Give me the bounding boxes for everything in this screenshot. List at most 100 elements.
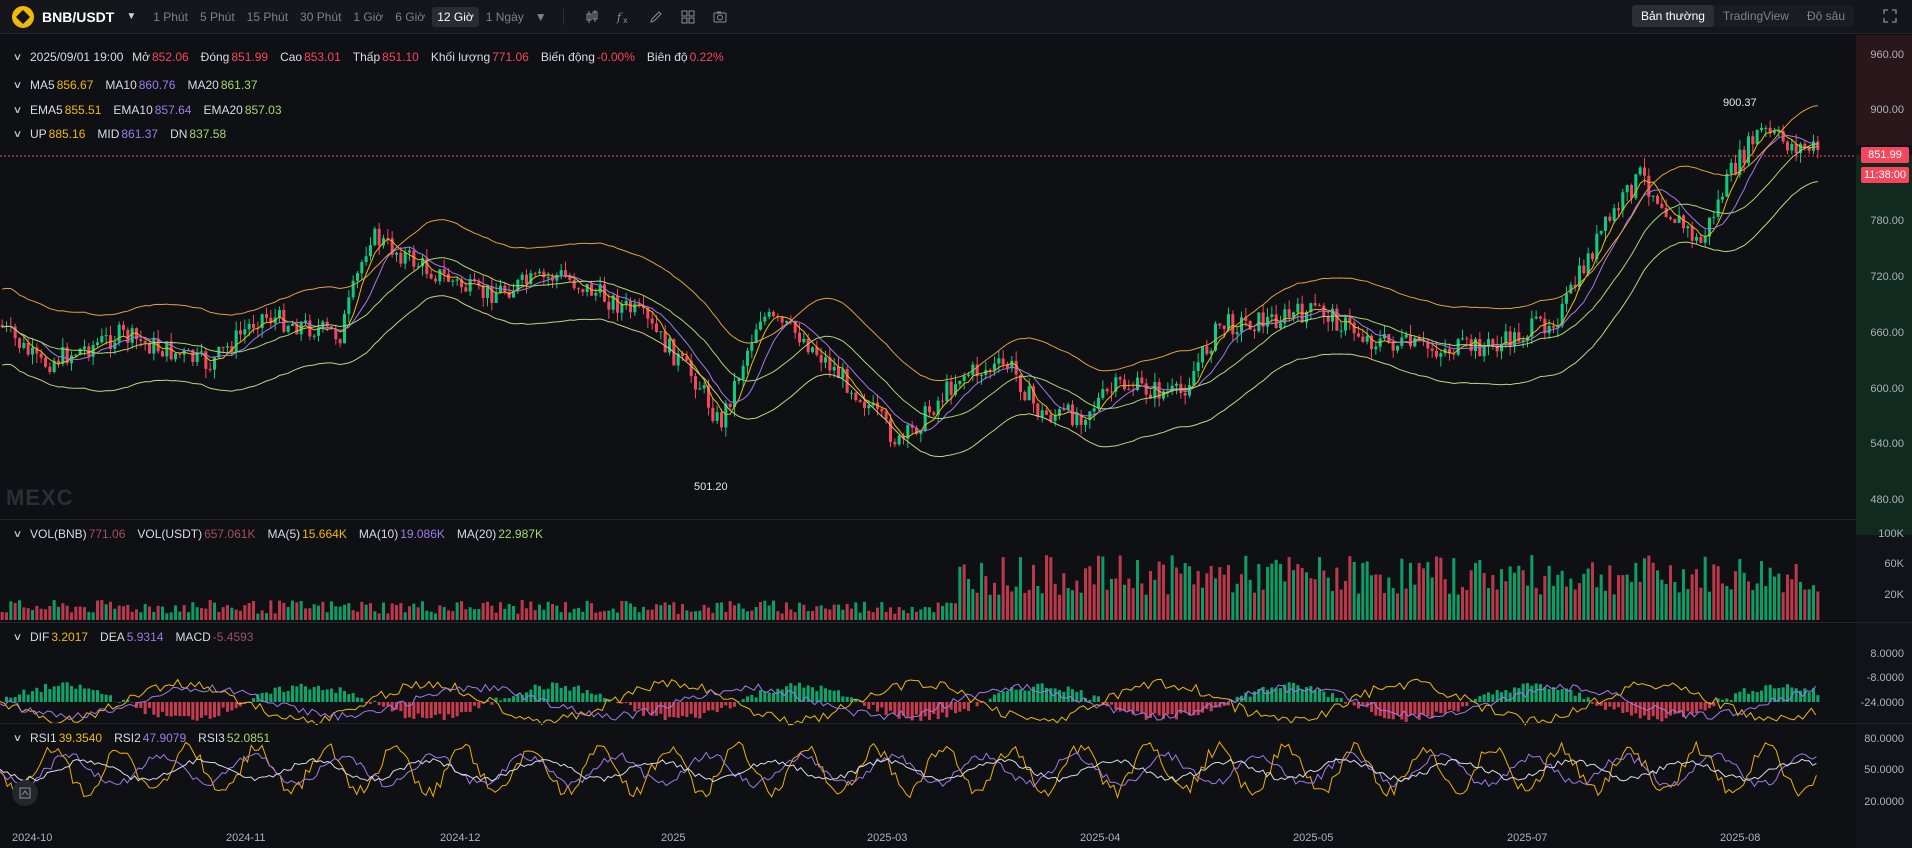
macd-histogram-bar (1577, 692, 1582, 702)
candle-body (1703, 236, 1707, 243)
lowest-price-marker: 501.20 (694, 481, 728, 493)
candle-body (572, 279, 576, 289)
rsi-axis-label: 80.0000 (1864, 733, 1904, 745)
price-chart-canvas[interactable] (0, 35, 1912, 848)
macd-histogram-bar (1521, 683, 1525, 702)
volume-bar (1057, 594, 1062, 620)
macd-histogram-bar (776, 688, 780, 702)
volume-bar (841, 609, 845, 620)
candle-body (810, 347, 815, 353)
volume-bar (412, 603, 416, 620)
collapse-caret-icon[interactable]: ∨ (13, 105, 23, 116)
volume-bar (1707, 591, 1712, 620)
candle-body (1629, 185, 1634, 199)
interval-12h[interactable]: 12 Giờ (432, 6, 479, 27)
interval-more-icon[interactable]: ▼ (531, 7, 551, 27)
macd-histogram-bar (1785, 684, 1790, 702)
volume-bar (906, 613, 910, 620)
interval-5m[interactable]: 5 Phút (195, 7, 240, 27)
candle-body (1430, 348, 1434, 351)
volume-bar (403, 612, 407, 620)
candle-body (1460, 338, 1465, 340)
macd-histogram-bar (1625, 702, 1629, 713)
candle-body (373, 228, 377, 246)
collapse-caret-icon[interactable]: ∨ (13, 529, 23, 540)
volume-bar (1811, 585, 1816, 620)
interval-1m[interactable]: 1 Phút (148, 7, 193, 27)
volume-bar (147, 606, 152, 620)
candle-body (334, 329, 338, 340)
symbol-dropdown-icon[interactable]: ▼ (126, 11, 136, 22)
view-depth[interactable]: Độ sâu (1798, 5, 1854, 27)
interval-30m[interactable]: 30 Phút (295, 7, 346, 27)
interval-1d[interactable]: 1 Ngày (481, 7, 529, 27)
candle-body (1517, 332, 1521, 342)
macd-histogram-bar (1408, 702, 1413, 716)
candle-body (1222, 325, 1226, 329)
macd-histogram-bar (160, 702, 165, 712)
rsi-legend: ∨ RSI1 39.3540 RSI2 47.9079 RSI3 52.0851 (13, 731, 282, 745)
macd-histogram-bar (152, 702, 156, 715)
open-value: 852.06 (151, 50, 189, 64)
candle-body (247, 323, 251, 330)
volume-bar (702, 604, 706, 620)
candle-body (754, 329, 758, 343)
volume-bar (1304, 572, 1309, 620)
volume-bar (1508, 566, 1512, 620)
volume-bar (1794, 563, 1798, 620)
macd-histogram-bar (1413, 702, 1417, 715)
macd-histogram-bar (923, 702, 927, 717)
macd-histogram-bar (1439, 702, 1443, 714)
collapse-caret-icon[interactable]: ∨ (13, 52, 23, 63)
layout-grid-icon[interactable] (679, 8, 697, 26)
macd-histogram-bar (82, 688, 87, 702)
view-tradingview[interactable]: TradingView (1714, 5, 1798, 27)
macd-histogram-bar (1729, 700, 1733, 702)
volume-bar (984, 576, 988, 620)
volume-bar (1278, 563, 1283, 620)
volume-bar (394, 605, 399, 620)
interval-1h[interactable]: 1 Giờ (348, 7, 388, 27)
camera-screenshot-icon[interactable] (711, 8, 729, 26)
indicator-fx-icon[interactable]: fx (615, 8, 633, 26)
macd-histogram-bar (1655, 702, 1660, 720)
volume-bar (611, 608, 615, 620)
drawing-tools-icon[interactable] (12, 780, 38, 806)
volume-bar (82, 607, 87, 620)
macd-histogram-bar (273, 687, 277, 702)
volume-bar (420, 601, 425, 620)
volume-bar (1248, 579, 1252, 620)
interval-15m[interactable]: 15 Phút (242, 7, 293, 27)
macd-histogram-bar (576, 685, 581, 702)
macd-histogram-bar (906, 702, 910, 718)
collapse-caret-icon[interactable]: ∨ (13, 80, 23, 91)
macd-histogram-bar (1391, 702, 1395, 720)
macd-histogram-bar (836, 690, 841, 702)
macd-histogram-bar (312, 687, 316, 702)
volume-bar (932, 612, 936, 620)
view-standard[interactable]: Bản thường (1631, 5, 1714, 27)
collapse-caret-icon[interactable]: ∨ (13, 733, 23, 744)
collapse-caret-icon[interactable]: ∨ (13, 129, 23, 140)
vol-usdt-value: 657.061K (204, 527, 256, 541)
volume-bar (182, 605, 186, 620)
macd-histogram-bar (1430, 702, 1434, 719)
volume-bar (550, 603, 555, 620)
collapse-caret-icon[interactable]: ∨ (13, 632, 23, 643)
macd-histogram-bar (555, 682, 559, 702)
volume-bar (923, 607, 927, 620)
candle-body (1582, 265, 1586, 274)
candle-body (1044, 410, 1049, 415)
candle-body (1764, 127, 1768, 129)
draw-pencil-icon[interactable] (647, 8, 665, 26)
candle-body (546, 277, 550, 279)
volume-bar (1018, 557, 1023, 620)
volume-bar (1270, 563, 1274, 620)
fullscreen-icon[interactable] (1882, 8, 1898, 24)
symbol-name[interactable]: BNB/USDT (42, 9, 114, 25)
volume-bar (212, 602, 217, 620)
interval-6h[interactable]: 6 Giờ (390, 7, 430, 27)
candle-type-icon[interactable] (583, 8, 601, 26)
volume-bar (1417, 562, 1421, 620)
macd-histogram-bar (1460, 702, 1465, 707)
